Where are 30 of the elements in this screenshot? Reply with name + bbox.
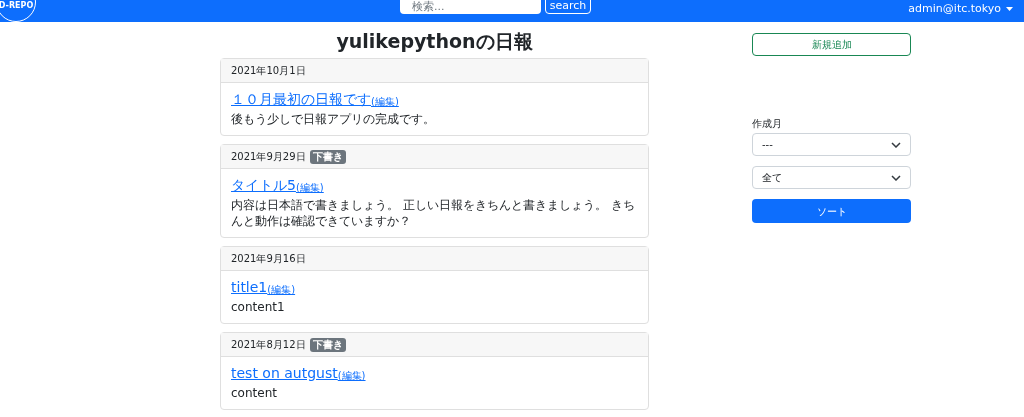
report-content: content1 <box>231 299 286 315</box>
edit-link[interactable]: (編集) <box>337 370 366 382</box>
report-content: content <box>231 385 278 401</box>
report-content: 後もう少しで日報アプリの完成です。 <box>231 111 436 127</box>
report-title-link[interactable]: title1 <box>231 278 268 296</box>
report-title-link[interactable]: test on autgust <box>231 364 338 382</box>
chevron-down-icon <box>891 141 901 148</box>
draft-badge: 下書き <box>309 337 346 352</box>
report-date: 2021年9月16日 <box>231 252 306 266</box>
month-label: 作成月 <box>752 117 783 131</box>
report-content: 内容は日本語で書きましょう。 正しい日報をきちんと書きましょう。 きちんと動作は確認できていますか？ <box>231 197 636 229</box>
chevron-down-icon <box>891 174 901 181</box>
edit-link[interactable]: (編集) <box>267 284 296 296</box>
draft-badge: 下書き <box>309 149 346 164</box>
new-report-button[interactable]: 新規追加 <box>752 33 911 56</box>
status-select[interactable]: 全て <box>752 166 911 189</box>
edit-link[interactable]: (編集) <box>371 96 399 108</box>
search-button[interactable]: search <box>545 0 591 14</box>
report-date: 2021年8月12日 <box>231 338 306 352</box>
report-date: 2021年10月1日 <box>231 64 306 78</box>
page-title: yulikepythonの日報 <box>335 29 534 54</box>
report-title-link[interactable]: タイトル5 <box>231 176 296 194</box>
search-field[interactable]: 検索... <box>400 0 541 14</box>
sort-button[interactable]: ソート <box>752 199 911 223</box>
month-select[interactable]: --- <box>752 133 911 156</box>
report-date: 2021年9月29日 <box>231 150 306 164</box>
user-menu[interactable]: admin@itc.tokyo <box>908 3 1013 14</box>
edit-link[interactable]: (編集) <box>295 182 324 194</box>
report-title-link[interactable]: １０月最初の日報です <box>231 90 371 108</box>
caret-icon <box>1006 6 1013 11</box>
